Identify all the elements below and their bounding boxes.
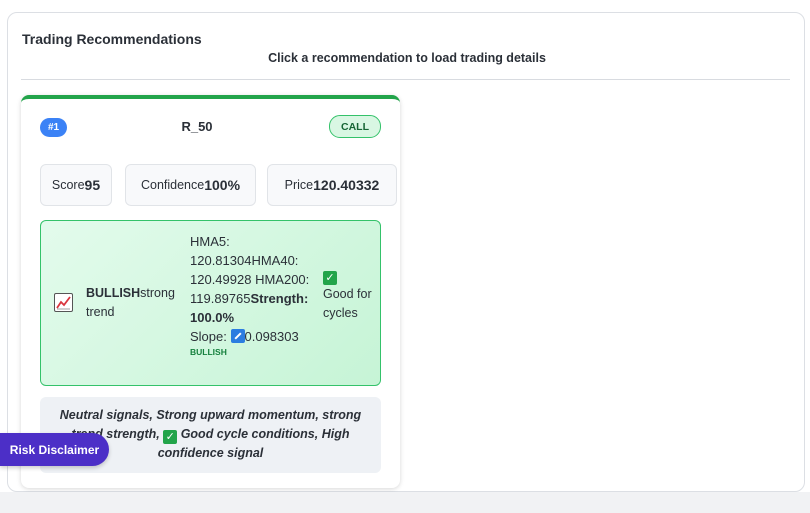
cycle-text: Good for cycles — [323, 287, 372, 320]
trend-label: BULLISHstrong trend — [86, 284, 184, 322]
hma200-label: HMA200: — [255, 272, 310, 287]
score-label: Score — [51, 178, 85, 192]
confidence-stat: Confidence 100% — [125, 164, 256, 206]
hma5-label: HMA5: — [190, 234, 230, 249]
hma40-value: 120.49928 — [190, 272, 252, 287]
arrow-up-right-icon — [230, 329, 245, 343]
reasons-part2: Good cycle conditions, High confidence s… — [157, 427, 350, 460]
panel-title: Trading Recommendations — [22, 31, 202, 47]
recommendation-card[interactable]: #1 R_50 CALL Score 95 Confidence 100% Pric… — [21, 95, 400, 488]
divider — [21, 79, 790, 80]
slope-direction: BULLISH — [190, 347, 227, 357]
price-label: Price — [284, 178, 314, 192]
trend-analysis-box: BULLISHstrong trend HMA5: 120.81304HMA40… — [40, 220, 381, 386]
check-mark-icon: ✓ — [163, 430, 178, 444]
chart-increasing-icon — [54, 293, 73, 312]
strength-value: 100.0% — [190, 310, 235, 325]
strength-label: Strength: — [250, 291, 309, 306]
footer-strip — [0, 492, 810, 513]
hma200-value: 119.89765 — [190, 291, 251, 306]
price-stat: Price 120.40332 — [267, 164, 397, 206]
slope-label: Slope: — [190, 329, 227, 344]
check-mark-icon: ✓ — [323, 271, 337, 285]
risk-disclaimer-button[interactable]: Risk Disclaimer — [0, 433, 109, 466]
panel-subtitle: Click a recommendation to load trading d… — [268, 51, 546, 65]
hma-values: HMA5: 120.81304HMA40: 120.49928 HMA200: … — [190, 232, 322, 358]
hma40-label: HMA40: — [251, 253, 299, 268]
symbol-label: R_50 — [181, 119, 213, 134]
cycle-status: ✓ Good for cycles — [323, 266, 375, 323]
confidence-label: Confidence — [140, 178, 205, 192]
direction-badge: CALL — [329, 115, 381, 138]
trend-direction: BULLISH — [86, 286, 141, 300]
hma5-value: 120.81304 — [190, 253, 252, 268]
score-value: 95 — [84, 177, 101, 193]
confidence-value: 100% — [204, 177, 241, 193]
price-value: 120.40332 — [313, 177, 380, 193]
score-stat: Score 95 — [40, 164, 112, 206]
slope-value: 0.098303 — [244, 329, 299, 344]
